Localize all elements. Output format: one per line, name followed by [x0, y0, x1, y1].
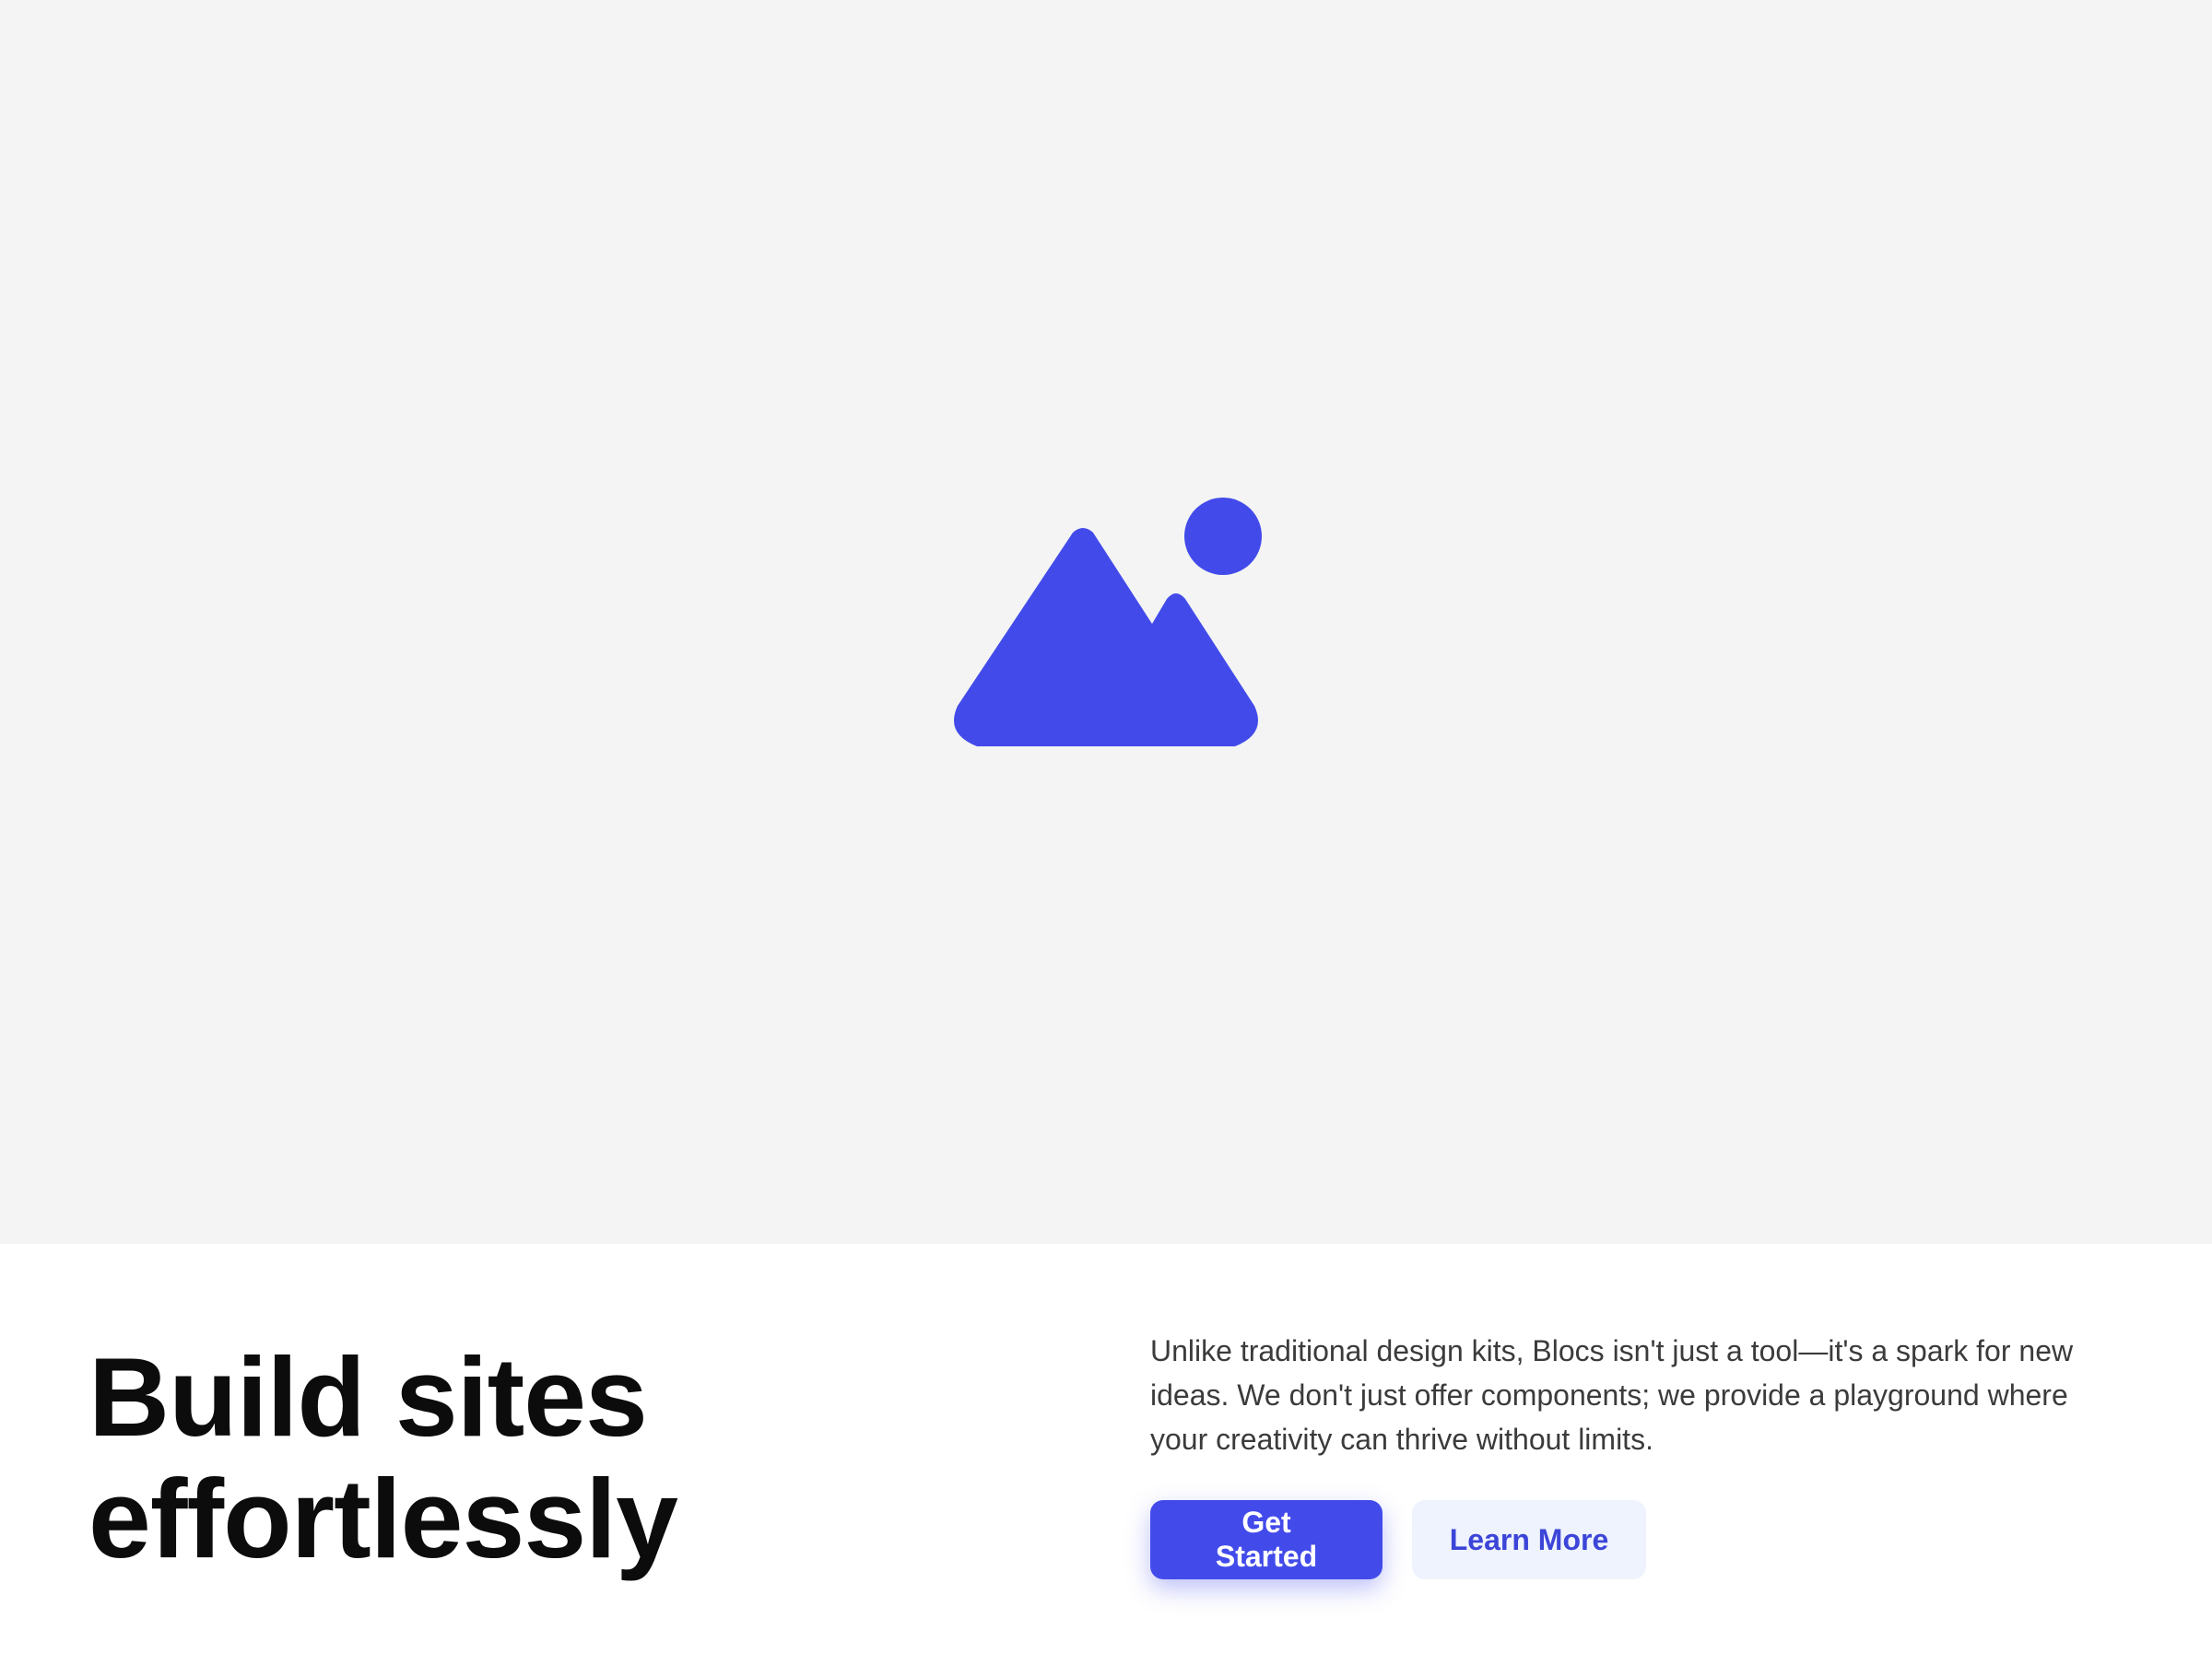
learn-more-button[interactable]: Learn More — [1412, 1500, 1646, 1579]
copy-block: Unlike traditional design kits, Blocs is… — [1150, 1329, 2127, 1579]
action-buttons: Get Started Learn More — [1150, 1500, 2127, 1579]
get-started-button[interactable]: Get Started — [1150, 1500, 1382, 1579]
headline: Build sites effortlessly — [88, 1336, 1010, 1579]
headline-line-2: effortlessly — [88, 1456, 678, 1581]
hero-image — [0, 0, 2212, 1244]
image-placeholder-icon — [954, 498, 1262, 746]
content-section: Build sites effortlessly Unlike traditio… — [0, 1244, 2212, 1677]
description: Unlike traditional design kits, Blocs is… — [1150, 1334, 2074, 1456]
headline-line-1: Build sites — [88, 1334, 648, 1460]
